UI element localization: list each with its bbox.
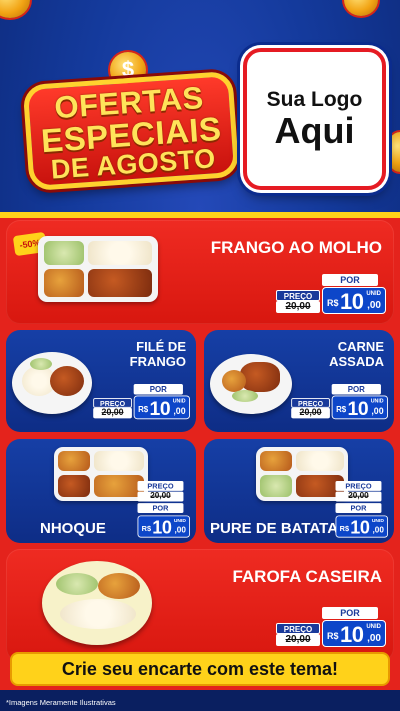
product-grid: -50% FRANGO AO MOLHO POR PREÇO 20,00 R$ …	[0, 218, 400, 711]
product-name-line-2: FRANGO	[129, 353, 186, 369]
unit-label: UNID	[371, 518, 384, 524]
price-cents: ,00	[367, 633, 381, 644]
coin-decoration	[0, 0, 30, 18]
product-image	[42, 561, 152, 645]
unit-label: UNID	[173, 518, 186, 524]
price-cents: ,00	[371, 406, 384, 417]
currency-label: R$	[336, 405, 347, 414]
product-name-line-1: CARNE	[337, 339, 384, 354]
unit-label: UNID	[366, 624, 381, 630]
disclaimer-text: *Imagens Meramente Ilustrativas	[6, 698, 116, 707]
price-preco-label: PREÇO	[276, 623, 320, 634]
price-por-label: POR	[335, 503, 382, 513]
product-name: FAROFA CASEIRA	[232, 567, 382, 586]
flyer-canvas: $ OFERTAS ESPECIAIS DE AGOSTO Sua Logo A…	[0, 0, 400, 711]
price-preco-label: PREÇO	[93, 398, 132, 408]
currency-label: R$	[339, 524, 350, 533]
price-tag: POR PREÇO 20,00 R$ 10 UNID ,00	[276, 607, 386, 647]
price-por-label: POR	[322, 607, 378, 619]
promo-title-badge: $ OFERTAS ESPECIAIS DE AGOSTO	[18, 52, 240, 192]
unit-label: UNID	[370, 398, 384, 405]
product-name: FRANGO AO MOLHO	[210, 238, 382, 257]
product-image	[12, 352, 92, 414]
old-price: 20,00	[276, 634, 320, 646]
logo-placeholder[interactable]: Sua Logo Aqui	[243, 48, 386, 190]
price-preco-label: PREÇO	[291, 398, 330, 408]
price-cents: ,00	[173, 406, 186, 417]
price-cents: ,00	[174, 526, 186, 536]
price-tag: POR PREÇO 20,00 R$ 10 UNID ,00	[93, 384, 190, 420]
price-value: 10	[340, 289, 364, 314]
old-price: 20,00	[276, 301, 320, 313]
logo-text-line-2: Aqui	[274, 110, 355, 152]
logo-text-line-1: Sua Logo	[266, 88, 363, 112]
price-value: 10	[350, 517, 370, 538]
price-cents: ,00	[367, 300, 381, 311]
product-card-carne-assada[interactable]: CARNE ASSADA POR PREÇO 20,00 R$ 10 UNID …	[204, 330, 394, 432]
old-price: 20,00	[335, 491, 382, 502]
product-name-line-2: ASSADA	[329, 353, 384, 369]
product-image	[38, 236, 158, 302]
new-price: R$ 10 UNID ,00	[133, 395, 190, 420]
coin-decoration	[344, 0, 378, 16]
price-tag: PREÇO 20,00 POR R$ 10 UNID ,00	[100, 481, 190, 538]
price-tag: POR PREÇO 20,00 R$ 10 UNID ,00	[291, 384, 388, 420]
price-value: 10	[149, 397, 171, 420]
unit-label: UNID	[172, 398, 186, 405]
product-name: FILÉ DE FRANGO	[129, 339, 186, 369]
price-tag: PREÇO 20,00 POR R$ 10 UNID ,00	[298, 481, 388, 538]
new-price: R$ 10 UNID ,00	[331, 395, 388, 420]
product-name: PURE DE BATATA	[210, 520, 339, 537]
price-preco-label: PREÇO	[137, 481, 184, 491]
currency-label: R$	[327, 631, 339, 641]
price-por-label: POR	[331, 384, 381, 395]
product-image	[210, 354, 292, 414]
price-value: 10	[340, 622, 364, 647]
currency-label: R$	[327, 298, 339, 308]
currency-label: R$	[138, 405, 149, 414]
product-card-nhoque[interactable]: NHOQUE PREÇO 20,00 POR R$ 10 UNID ,00	[6, 439, 196, 543]
price-por-label: POR	[137, 503, 184, 513]
coin-decoration	[386, 132, 400, 172]
price-preco-label: PREÇO	[276, 290, 320, 301]
price-value: 10	[347, 397, 369, 420]
header: $ OFERTAS ESPECIAIS DE AGOSTO Sua Logo A…	[0, 0, 400, 212]
new-price: R$ 10 UNID ,00	[335, 515, 388, 538]
price-por-label: POR	[133, 384, 183, 395]
unit-label: UNID	[366, 291, 381, 297]
new-price: R$ 10 UNID ,00	[322, 620, 386, 647]
product-name: CARNE ASSADA	[329, 339, 384, 369]
price-value: 10	[152, 517, 172, 538]
product-card-file-de-frango[interactable]: FILÉ DE FRANGO POR PREÇO 20,00 R$ 10 UNI…	[6, 330, 196, 432]
old-price: 20,00	[93, 407, 132, 419]
old-price: 20,00	[137, 491, 184, 502]
price-preco-label: PREÇO	[335, 481, 382, 491]
product-name: NHOQUE	[40, 520, 106, 537]
product-card-farofa-caseira[interactable]: FAROFA CASEIRA POR PREÇO 20,00 R$ 10 UNI…	[6, 549, 394, 662]
promo-title-frame: OFERTAS ESPECIAIS DE AGOSTO	[22, 70, 240, 192]
new-price: R$ 10 UNID ,00	[137, 515, 190, 538]
cta-button[interactable]: Crie seu encarte com este tema!	[10, 652, 390, 686]
currency-label: R$	[141, 524, 152, 533]
old-price: 20,00	[291, 407, 330, 419]
new-price: R$ 10 UNID ,00	[322, 287, 386, 314]
product-card-frango-ao-molho[interactable]: -50% FRANGO AO MOLHO POR PREÇO 20,00 R$ …	[6, 220, 394, 324]
price-cents: ,00	[372, 526, 384, 536]
product-card-pure-de-batata[interactable]: PURE DE BATATA PREÇO 20,00 POR R$ 10 UNI…	[204, 439, 394, 543]
price-por-label: POR	[322, 274, 378, 286]
product-name-line-1: FILÉ DE	[136, 339, 186, 354]
price-tag: POR PREÇO 20,00 R$ 10 UNID ,00	[276, 274, 386, 314]
